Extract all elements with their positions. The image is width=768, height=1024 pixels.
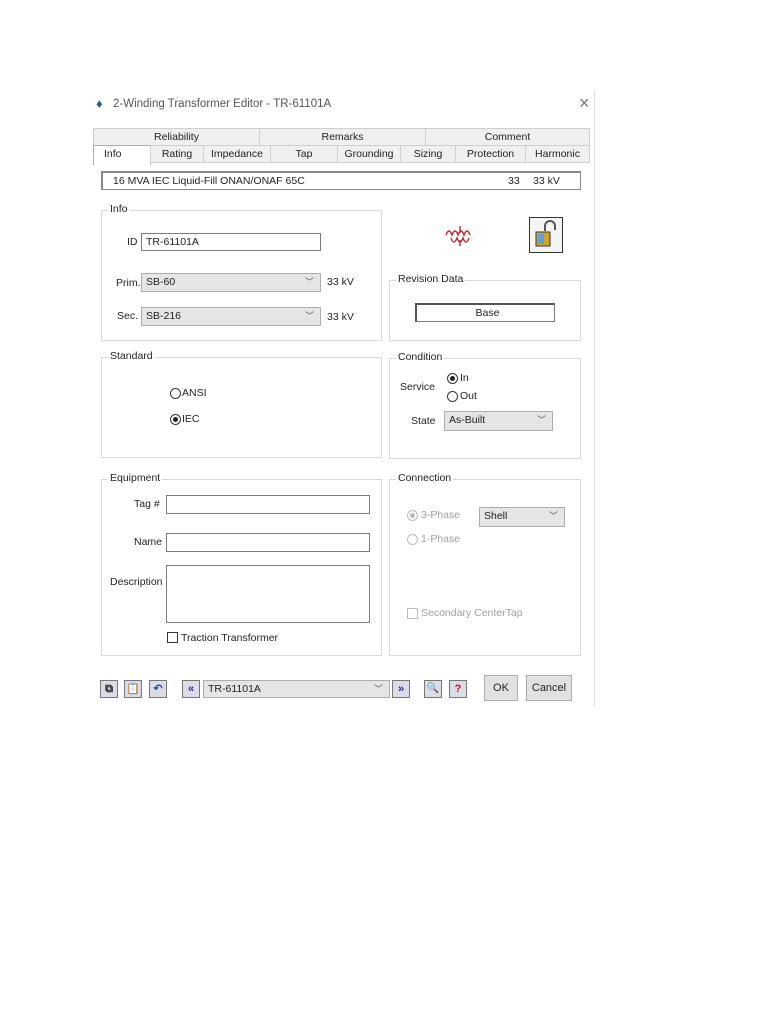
- service-in-label: In: [460, 372, 469, 384]
- tab-rating[interactable]: Rating: [150, 145, 204, 163]
- condition-legend: Condition: [396, 351, 445, 363]
- ansi-label: ANSI: [182, 387, 207, 399]
- summary-field: 16 MVA IEC Liquid-Fill ONAN/ONAF 65C 33 …: [101, 171, 581, 190]
- revision-field[interactable]: Base: [415, 303, 555, 322]
- lock-button[interactable]: [529, 217, 563, 253]
- tag-label: Tag #: [134, 498, 160, 510]
- close-icon[interactable]: ×: [579, 93, 590, 114]
- sec-value: SB-216: [146, 310, 182, 322]
- tab-info[interactable]: Info: [93, 145, 151, 165]
- chevron-down-icon: ﹀: [373, 684, 383, 694]
- cancel-button[interactable]: Cancel: [526, 675, 572, 701]
- one-phase-label: 1-Phase: [421, 533, 461, 545]
- undo-icon[interactable]: ↶: [149, 680, 167, 698]
- traction-label: Traction Transformer: [181, 632, 279, 644]
- centertap-checkbox[interactable]: [407, 608, 418, 619]
- connection-type-select[interactable]: Shell ﹀: [479, 507, 565, 527]
- navigation-value: TR-61101A: [208, 683, 261, 695]
- paste-icon[interactable]: 📋: [124, 680, 142, 698]
- sec-select[interactable]: SB-216 ﹀: [141, 307, 321, 326]
- tab-remarks[interactable]: Remarks: [259, 128, 426, 146]
- tag-input[interactable]: [166, 495, 370, 514]
- standard-legend: Standard: [108, 350, 155, 362]
- three-phase-label: 3-Phase: [421, 509, 461, 521]
- connection-type-value: Shell: [484, 510, 508, 522]
- iec-label: IEC: [182, 413, 200, 425]
- ansi-radio[interactable]: [170, 388, 181, 399]
- chevron-down-icon: ﹀: [548, 511, 558, 521]
- info-legend: Info: [108, 203, 130, 215]
- service-out-radio[interactable]: [447, 391, 458, 402]
- prim-select[interactable]: SB-60 ﹀: [141, 273, 321, 292]
- iec-radio[interactable]: [170, 414, 181, 425]
- transformer-symbol-icon: [445, 226, 471, 246]
- traction-checkbox[interactable]: [167, 632, 178, 643]
- chevron-down-icon: ﹀: [304, 311, 314, 321]
- tab-comment[interactable]: Comment: [425, 128, 590, 146]
- tab-protection[interactable]: Protection: [455, 145, 526, 163]
- next-icon[interactable]: »: [392, 680, 410, 698]
- sec-kv: 33 kV: [327, 311, 354, 323]
- tab-harmonic[interactable]: Harmonic: [525, 145, 590, 163]
- condition-group: Condition: [389, 351, 581, 459]
- name-input[interactable]: [166, 533, 370, 552]
- connection-group: Connection: [389, 472, 581, 656]
- state-select[interactable]: As-Built ﹀: [444, 411, 553, 431]
- prim-label: Prim.: [116, 277, 141, 289]
- state-value: As-Built: [449, 414, 486, 426]
- copy-icon[interactable]: ⧉: [100, 680, 118, 698]
- service-in-radio[interactable]: [447, 373, 458, 384]
- tab-grounding[interactable]: Grounding: [337, 145, 401, 163]
- navigation-select[interactable]: TR-61101A ﹀: [203, 680, 390, 698]
- chevron-down-icon: ﹀: [536, 415, 546, 425]
- three-phase-radio[interactable]: [407, 510, 418, 521]
- previous-icon[interactable]: «: [182, 680, 200, 698]
- equipment-legend: Equipment: [108, 472, 163, 484]
- chevron-down-icon: ﹀: [304, 277, 314, 287]
- lock-icon: [535, 220, 556, 247]
- name-label: Name: [134, 536, 163, 548]
- description-textarea[interactable]: [166, 565, 370, 623]
- prim-value: SB-60: [146, 276, 176, 288]
- ok-button[interactable]: OK: [484, 675, 518, 701]
- app-icon: ♦: [96, 96, 103, 111]
- prim-kv: 33 kV: [327, 276, 354, 288]
- service-label: Service: [400, 381, 436, 393]
- help-icon[interactable]: ?: [449, 680, 467, 698]
- standard-group: Standard: [101, 350, 382, 458]
- state-label: State: [411, 415, 436, 427]
- centertap-label: Secondary CenterTap: [421, 607, 523, 619]
- revision-legend: Revision Data: [396, 273, 466, 285]
- tab-impedance[interactable]: Impedance: [203, 145, 271, 163]
- id-input[interactable]: TR-61101A: [141, 233, 321, 251]
- tab-sizing[interactable]: Sizing: [400, 145, 456, 163]
- tab-tap[interactable]: Tap: [270, 145, 338, 163]
- description-label: Description: [110, 576, 163, 588]
- window-title: 2-Winding Transformer Editor - TR-61101A: [113, 98, 332, 110]
- tab-reliability[interactable]: Reliability: [93, 128, 260, 146]
- summary-text: 16 MVA IEC Liquid-Fill ONAN/ONAF 65C: [113, 175, 305, 187]
- binoculars-icon[interactable]: 🔍: [424, 680, 442, 698]
- summary-num: 33: [508, 175, 520, 187]
- id-label: ID: [127, 236, 138, 248]
- sec-label: Sec.: [117, 310, 139, 322]
- connection-legend: Connection: [396, 472, 454, 484]
- one-phase-radio[interactable]: [407, 534, 418, 545]
- service-out-label: Out: [460, 390, 477, 402]
- summary-kv: 33 kV: [533, 175, 560, 187]
